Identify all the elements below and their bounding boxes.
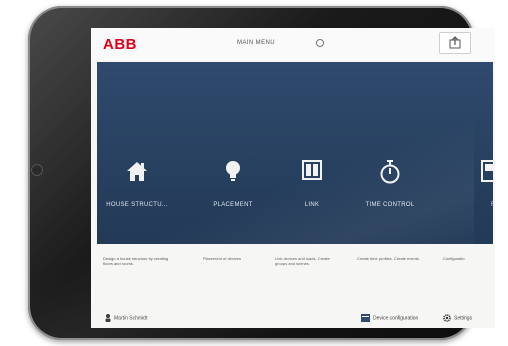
info-icon[interactable] — [316, 39, 324, 47]
device-configuration-label: Device configuration — [373, 315, 419, 322]
user-icon — [105, 314, 111, 322]
abb-logo: ABB — [103, 36, 137, 53]
tile-time-control[interactable]: TIME CONTROL — [355, 62, 425, 244]
tile-placement[interactable]: PLACEMENT — [203, 62, 263, 244]
link-icon — [302, 160, 322, 180]
tile-label: HOUSE STRUCTU... — [106, 202, 168, 208]
tile-description: Create time profiles. Create events. — [357, 256, 420, 261]
tile-label: F — [491, 202, 495, 208]
user-name: Martin Schmidt — [114, 315, 148, 322]
tile-description: Placement of devices — [203, 256, 242, 261]
settings-button[interactable]: Settings — [443, 314, 472, 322]
tile-description: Link devices and loads. Create groups an… — [275, 256, 330, 266]
gear-icon — [443, 314, 451, 322]
tile-house-structure[interactable]: HOUSE STRUCTU... — [97, 62, 177, 244]
upload-button[interactable] — [439, 32, 471, 54]
user-account-link[interactable]: Martin Schmidt — [105, 314, 147, 322]
tile-partial[interactable]: F — [469, 62, 495, 244]
page-title: MAIN MENU — [237, 40, 275, 46]
app-header: ABB MAIN MENU — [91, 28, 495, 60]
tile-label: LINK — [304, 202, 320, 208]
tile-label: PLACEMENT — [213, 202, 253, 208]
camera-icon — [31, 164, 43, 176]
upload-icon — [449, 36, 461, 49]
device-config-icon — [361, 314, 370, 322]
tablet-frame: ABB MAIN MENU HOUSE STRUCTU... PLACEMENT… — [28, 6, 495, 340]
app-screen: ABB MAIN MENU HOUSE STRUCTU... PLACEMENT… — [91, 28, 495, 328]
device-configuration-button[interactable]: Device configuration — [361, 314, 418, 322]
tile-description: Design a house structure by creating flo… — [103, 256, 169, 266]
tile-link[interactable]: LINK — [287, 62, 337, 244]
tile-label: TIME CONTROL — [365, 202, 415, 208]
panel-icon — [481, 160, 495, 182]
main-menu-panel: HOUSE STRUCTU... PLACEMENT LINK TIME CON… — [97, 62, 495, 244]
lightbulb-icon — [226, 161, 240, 181]
tile-description: Configuratio — [443, 256, 465, 261]
settings-label: Settings — [454, 315, 473, 322]
timer-icon — [380, 160, 400, 184]
house-icon — [127, 162, 147, 181]
